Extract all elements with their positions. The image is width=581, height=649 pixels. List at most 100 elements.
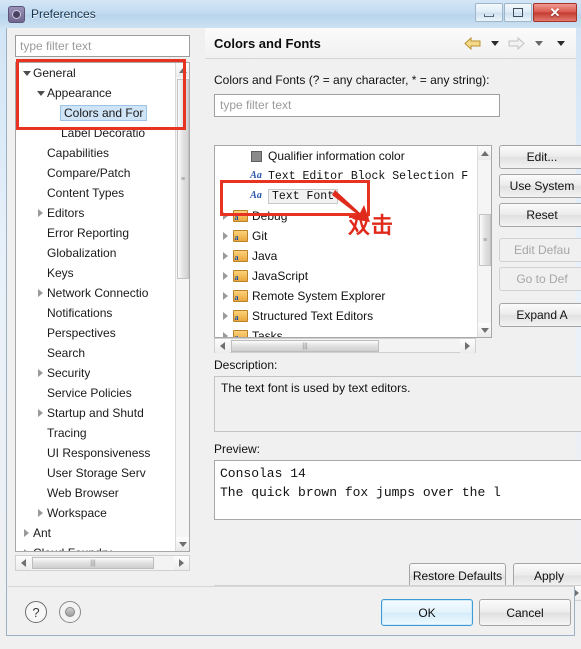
expand-arrow-icon[interactable]: [218, 232, 232, 240]
close-icon: ✕: [549, 5, 561, 20]
scroll-up-button[interactable]: [478, 146, 491, 160]
scroll-left-button[interactable]: [16, 556, 31, 570]
sidebar-item-keys[interactable]: Keys: [16, 263, 176, 283]
sidebar-item-appearance[interactable]: Appearance: [16, 83, 176, 103]
tree-item-debug[interactable]: Debug: [215, 206, 477, 226]
tree-horizontal-scrollbar[interactable]: |||: [214, 338, 476, 353]
color-swatch-icon: [248, 150, 264, 162]
use-system-button[interactable]: Use System: [499, 174, 581, 198]
category-folder-icon: [232, 230, 248, 242]
ok-button[interactable]: OK: [381, 599, 473, 626]
scrollbar-thumb[interactable]: |||: [231, 340, 379, 352]
tree-item-tasks[interactable]: Tasks: [215, 326, 477, 337]
sidebar-item-label: User Storage Serv: [47, 466, 146, 480]
expand-arrow-icon[interactable]: [34, 409, 47, 417]
expand-arrow-icon[interactable]: [34, 209, 47, 217]
pane-splitter[interactable]: [197, 28, 205, 591]
scrollbar-thumb[interactable]: ≡: [177, 79, 189, 279]
collapse-arrow-icon[interactable]: [34, 90, 47, 96]
colors-fonts-tree[interactable]: Qualifier information color Aa Text Editor…: [214, 145, 492, 338]
tree-item-structured-text-editors[interactable]: Structured Text Editors: [215, 306, 477, 326]
sidebar-item-service-policies[interactable]: Service Policies: [16, 383, 176, 403]
tree-item-label: Git: [252, 229, 268, 243]
tree-item-javascript[interactable]: JavaScript: [215, 266, 477, 286]
expand-arrow-icon[interactable]: [20, 549, 33, 551]
scroll-up-button[interactable]: [176, 63, 189, 77]
help-icon[interactable]: ?: [25, 601, 47, 623]
sidebar-vertical-scrollbar[interactable]: ≡: [175, 63, 189, 551]
sidebar-item-search[interactable]: Search: [16, 343, 176, 363]
nav-forward-dropdown[interactable]: [529, 34, 548, 52]
cancel-button[interactable]: Cancel: [479, 599, 571, 626]
scrollbar-thumb[interactable]: ≡: [479, 214, 491, 266]
sidebar-item-colors-and-for[interactable]: Colors and For: [16, 103, 176, 123]
tree-item-qualifier-information-color[interactable]: Qualifier information color: [215, 146, 477, 166]
sidebar-item-general[interactable]: General: [16, 63, 176, 83]
tree-item-git[interactable]: Git: [215, 226, 477, 246]
minimize-button[interactable]: [475, 3, 503, 22]
sidebar-item-network-connectio[interactable]: Network Connectio: [16, 283, 176, 303]
sidebar-item-label-decoratio[interactable]: Label Decoratio: [16, 123, 176, 143]
sidebar-item-globalization[interactable]: Globalization: [16, 243, 176, 263]
tree-item-java[interactable]: Java: [215, 246, 477, 266]
title-bar[interactable]: Preferences ✕: [0, 0, 581, 28]
nav-back-dropdown[interactable]: [485, 34, 504, 52]
sidebar-item-cloud-foundry[interactable]: Cloud Foundry: [16, 543, 176, 551]
sidebar-item-startup-and-shutd[interactable]: Startup and Shutd: [16, 403, 176, 423]
sidebar-item-compare-patch[interactable]: Compare/Patch: [16, 163, 176, 183]
expand-all-button[interactable]: Expand A: [499, 303, 581, 327]
tree-item-remote-system-explorer[interactable]: Remote System Explorer: [215, 286, 477, 306]
tree-vertical-scrollbar[interactable]: ≡: [477, 146, 491, 337]
sidebar-item-label: Error Reporting: [47, 226, 130, 240]
scrollbar-thumb[interactable]: |||: [32, 557, 154, 569]
expand-arrow-icon[interactable]: [34, 369, 47, 377]
sidebar-tree[interactable]: General Appearance Colors and For Label Dec…: [15, 62, 190, 552]
edit-button[interactable]: Edit...: [499, 145, 581, 169]
sidebar-item-label: Workspace: [47, 506, 107, 520]
sidebar-item-error-reporting[interactable]: Error Reporting: [16, 223, 176, 243]
reset-button[interactable]: Reset: [499, 203, 581, 227]
sidebar-item-content-types[interactable]: Content Types: [16, 183, 176, 203]
sidebar-horizontal-scrollbar[interactable]: |||: [15, 555, 190, 571]
sidebar-filter-input[interactable]: type filter text: [15, 35, 190, 57]
sidebar-item-label: Keys: [47, 266, 74, 280]
tree-item-text-editor-block-selection-f[interactable]: Aa Text Editor Block Selection F: [215, 166, 477, 186]
scroll-down-button[interactable]: [176, 537, 189, 551]
sidebar-item-perspectives[interactable]: Perspectives: [16, 323, 176, 343]
scroll-right-button[interactable]: [174, 556, 189, 570]
sidebar-item-user-storage-serv[interactable]: User Storage Serv: [16, 463, 176, 483]
expand-arrow-icon[interactable]: [34, 509, 47, 517]
window-controls: ✕: [475, 3, 577, 22]
sidebar-item-notifications[interactable]: Notifications: [16, 303, 176, 323]
scroll-right-button[interactable]: [460, 339, 475, 353]
close-button[interactable]: ✕: [533, 3, 577, 22]
page-menu-button[interactable]: [551, 34, 570, 52]
expand-arrow-icon[interactable]: [34, 289, 47, 297]
sidebar-item-label: Startup and Shutd: [47, 406, 144, 420]
expand-arrow-icon[interactable]: [218, 252, 232, 260]
maximize-button[interactable]: [504, 3, 532, 22]
sidebar-item-ant[interactable]: Ant: [16, 523, 176, 543]
expand-arrow-icon[interactable]: [218, 272, 232, 280]
nav-forward-button[interactable]: [507, 34, 526, 52]
tree-item-label: JavaScript: [252, 269, 309, 283]
sidebar-item-workspace[interactable]: Workspace: [16, 503, 176, 523]
go-to-default-button: Go to Def: [499, 267, 581, 291]
tray-circle-icon[interactable]: [59, 601, 81, 623]
colors-fonts-filter-input[interactable]: type filter text: [214, 94, 500, 117]
sidebar-item-capabilities[interactable]: Capabilities: [16, 143, 176, 163]
collapse-arrow-icon[interactable]: [20, 70, 33, 76]
expand-arrow-icon[interactable]: [20, 529, 33, 537]
sidebar-item-security[interactable]: Security: [16, 363, 176, 383]
expand-arrow-icon[interactable]: [218, 212, 232, 220]
nav-back-button[interactable]: [463, 34, 482, 52]
sidebar-item-web-browser[interactable]: Web Browser: [16, 483, 176, 503]
expand-arrow-icon[interactable]: [218, 292, 232, 300]
sidebar-item-editors[interactable]: Editors: [16, 203, 176, 223]
scroll-left-button[interactable]: [215, 339, 230, 353]
sidebar-item-tracing[interactable]: Tracing: [16, 423, 176, 443]
sidebar-item-ui-responsiveness[interactable]: UI Responsiveness: [16, 443, 176, 463]
expand-arrow-icon[interactable]: [218, 312, 232, 320]
tree-item-text-font[interactable]: Aa Text Font: [215, 186, 477, 206]
scroll-down-button[interactable]: [478, 323, 491, 337]
